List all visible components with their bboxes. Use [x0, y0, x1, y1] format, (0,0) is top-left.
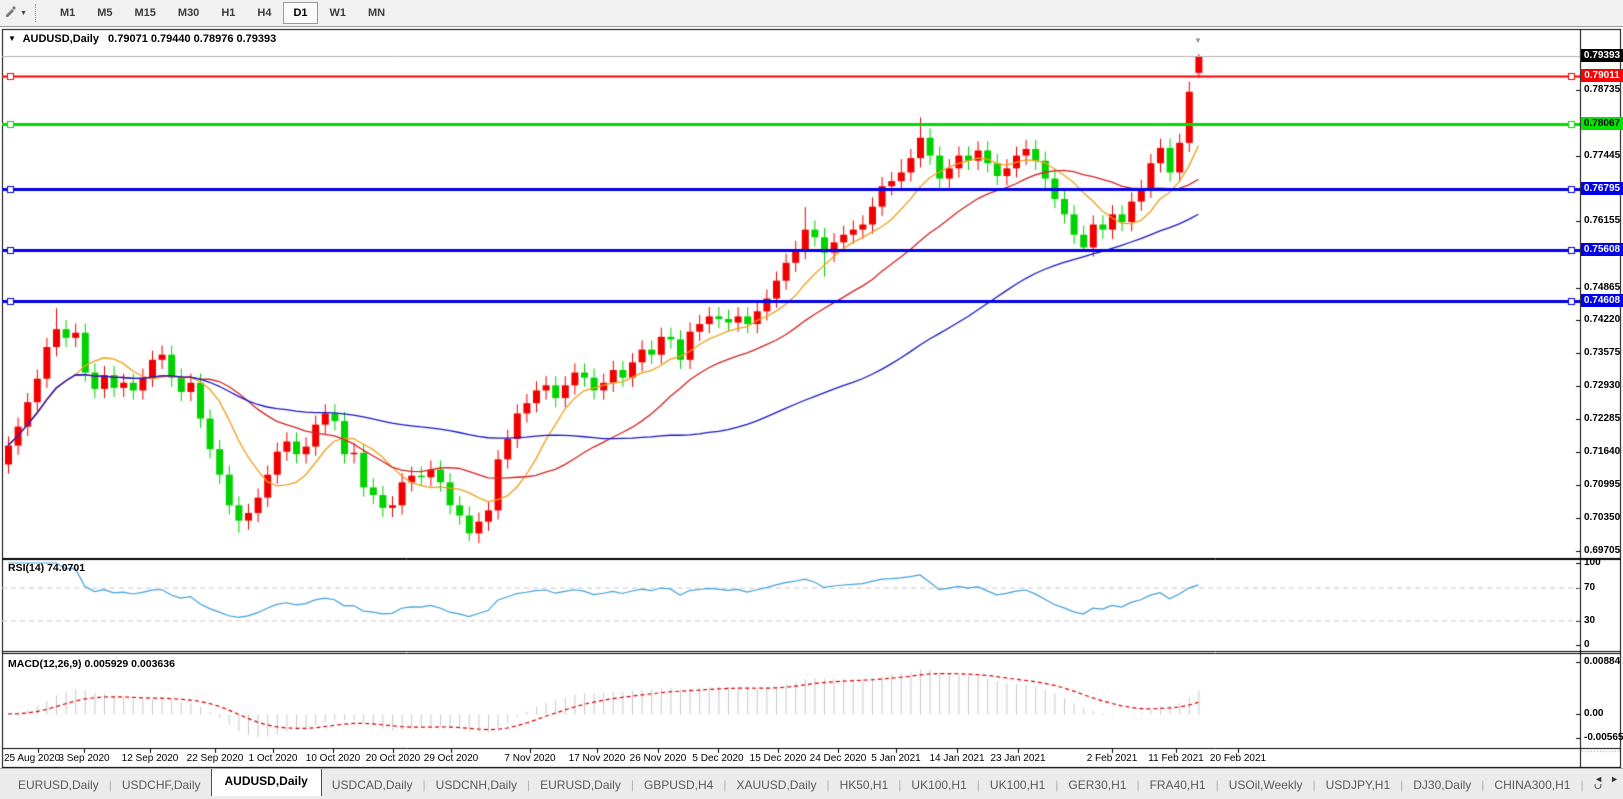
chart-tab-fra40-h1[interactable]: FRA40,H1 — [1140, 773, 1216, 797]
chart-tab-strip: EURUSD,Daily|USDCHF,DailyAUDUSD,DailyUSD… — [0, 768, 1623, 799]
mt4-window: ▼ M1M5M15M30H1H4D1W1MN ▼ AUDUSD,Daily 0.… — [0, 0, 1623, 799]
price-axis-tick: 0.72930 — [1584, 380, 1623, 391]
date-axis-label: 12 Sep 2020 — [122, 753, 179, 764]
chart-tab-usdcnh-daily[interactable]: USDCNH,Daily — [426, 773, 527, 797]
date-axis-label: 14 Jan 2021 — [929, 753, 984, 764]
date-axis-label: 22 Sep 2020 — [187, 753, 244, 764]
date-axis-label: 7 Nov 2020 — [504, 753, 555, 764]
chart-menu-caret-icon[interactable]: ▼ — [8, 34, 16, 43]
tab-scroll-left-icon[interactable]: ◄ — [1594, 774, 1603, 784]
timeframe-toolbar: ▼ M1M5M15M30H1H4D1W1MN — [0, 0, 1623, 27]
price-axis-tick: 0.73575 — [1584, 347, 1623, 358]
date-axis-label: 15 Dec 2020 — [750, 753, 807, 764]
chart-tab-china300-h1[interactable]: CHINA300,H1 — [1484, 773, 1580, 797]
macd-axis-tick: -0.005651 — [1584, 732, 1623, 743]
chart-tab-gbpusd-h4[interactable]: GBPUSD,H4 — [634, 773, 723, 797]
rsi-label: RSI(14) 74.0701 — [8, 562, 85, 574]
date-axis-label: 3 Sep 2020 — [58, 753, 109, 764]
chart-tab-usdjpy-h1[interactable]: USDJPY,H1 — [1316, 773, 1400, 797]
chart-canvas[interactable] — [0, 0, 1623, 799]
timeframe-button-m15[interactable]: M15 — [125, 2, 166, 24]
price-axis-tick: 0.74220 — [1584, 314, 1623, 325]
date-axis-label: 23 Jan 2021 — [990, 753, 1045, 764]
timeframe-button-m1[interactable]: M1 — [50, 2, 85, 24]
date-axis-label: 29 Oct 2020 — [424, 753, 478, 764]
price-axis-tick: 0.74865 — [1584, 282, 1623, 293]
chart-tab-uk100-h1[interactable]: UK100,H1 — [901, 773, 976, 797]
date-axis-label: 1 Oct 2020 — [249, 753, 298, 764]
date-axis-label: 20 Feb 2021 — [1210, 753, 1266, 764]
chart-tab-eurusd-daily[interactable]: EURUSD,Daily — [8, 773, 109, 797]
draw-tool-button[interactable]: ▼ — [0, 4, 31, 23]
price-axis-tick: 0.71640 — [1584, 446, 1623, 457]
chart-tab-dj30-daily[interactable]: DJ30,Daily — [1403, 773, 1481, 797]
chart-tab-eurusd-daily[interactable]: EURUSD,Daily — [530, 773, 631, 797]
date-axis-label: 26 Nov 2020 — [630, 753, 687, 764]
price-axis-tick: 0.78735 — [1584, 84, 1623, 95]
price-tag[interactable]: 0.74608 — [1581, 294, 1623, 307]
last-bar-marker-icon: ▼ — [1194, 36, 1202, 45]
chart-ohlc-values: 0.79071 0.79440 0.78976 0.79393 — [108, 33, 276, 45]
date-axis-label: 24 Dec 2020 — [810, 753, 867, 764]
price-tag[interactable]: 0.75608 — [1581, 243, 1623, 256]
timeframe-buttons: M1M5M15M30H1H4D1W1MN — [49, 2, 396, 24]
chart-tab-audusd-daily[interactable]: AUDUSD,Daily — [211, 768, 322, 796]
price-tag[interactable]: 0.79011 — [1581, 69, 1623, 82]
chart-tab-uk100-h1[interactable]: UK100,H1 — [980, 773, 1055, 797]
timeframe-button-m30[interactable]: M30 — [168, 2, 209, 24]
rsi-axis-tick: 70 — [1584, 582, 1595, 593]
timeframe-button-m5[interactable]: M5 — [87, 2, 122, 24]
price-tag[interactable]: 0.78067 — [1581, 117, 1623, 130]
chart-tab-hk50-h1[interactable]: HK50,H1 — [830, 773, 899, 797]
price-axis-tick: 0.70350 — [1584, 512, 1623, 523]
price-axis-tick: 0.69705 — [1584, 545, 1623, 556]
price-tag[interactable]: 0.76795 — [1581, 182, 1623, 195]
date-axis-label: 2 Feb 2021 — [1087, 753, 1138, 764]
price-tag[interactable]: 0.79393 — [1581, 49, 1623, 62]
rsi-axis-tick: 0 — [1584, 639, 1590, 650]
date-axis-label: 10 Oct 2020 — [306, 753, 360, 764]
toolbar-grip[interactable] — [35, 4, 41, 22]
tab-scroll-right-icon[interactable]: ► — [1610, 774, 1619, 784]
timeframe-button-w1[interactable]: W1 — [320, 2, 357, 24]
macd-axis-tick: 0.00 — [1584, 708, 1603, 719]
rsi-axis-tick: 100 — [1584, 557, 1601, 568]
tab-scroll-arrows: ◄ ► — [1588, 774, 1619, 784]
timeframe-button-h1[interactable]: H1 — [211, 2, 245, 24]
timeframe-button-mn[interactable]: MN — [358, 2, 395, 24]
draw-tool-caret-icon[interactable]: ▼ — [20, 10, 27, 17]
chart-tab-xauusd-daily[interactable]: XAUUSD,Daily — [726, 773, 826, 797]
date-axis-label: 5 Dec 2020 — [692, 753, 743, 764]
chart-tab-usoil-weekly[interactable]: USOil,Weekly — [1219, 773, 1313, 797]
macd-label: MACD(12,26,9) 0.005929 0.003636 — [8, 658, 175, 670]
chart-tab-usdcad-daily[interactable]: USDCAD,Daily — [322, 773, 423, 797]
price-axis-tick: 0.70995 — [1584, 479, 1623, 490]
price-axis-tick: 0.76155 — [1584, 215, 1623, 226]
draw-tool-icon — [3, 4, 17, 23]
date-axis-label: 17 Nov 2020 — [569, 753, 626, 764]
timeframe-button-d1[interactable]: D1 — [283, 2, 317, 24]
date-axis-label: 11 Feb 2021 — [1148, 753, 1203, 764]
price-axis-tick: 0.77445 — [1584, 150, 1623, 161]
timeframe-button-h4[interactable]: H4 — [247, 2, 281, 24]
chart-symbol-label: AUDUSD,Daily — [23, 33, 99, 45]
macd-axis-tick: 0.00884 — [1584, 656, 1620, 667]
chart-title: ▼ AUDUSD,Daily 0.79071 0.79440 0.78976 0… — [8, 33, 276, 45]
date-axis-label: 5 Jan 2021 — [871, 753, 921, 764]
price-axis-tick: 0.72285 — [1584, 413, 1623, 424]
chart-tab-ger30-h1[interactable]: GER30,H1 — [1058, 773, 1136, 797]
chart-tab-usdchf-daily[interactable]: USDCHF,Daily — [112, 773, 211, 797]
date-axis-label: 20 Oct 2020 — [366, 753, 420, 764]
date-axis-label: 25 Aug 2020 — [4, 753, 60, 764]
rsi-axis-tick: 30 — [1584, 615, 1595, 626]
